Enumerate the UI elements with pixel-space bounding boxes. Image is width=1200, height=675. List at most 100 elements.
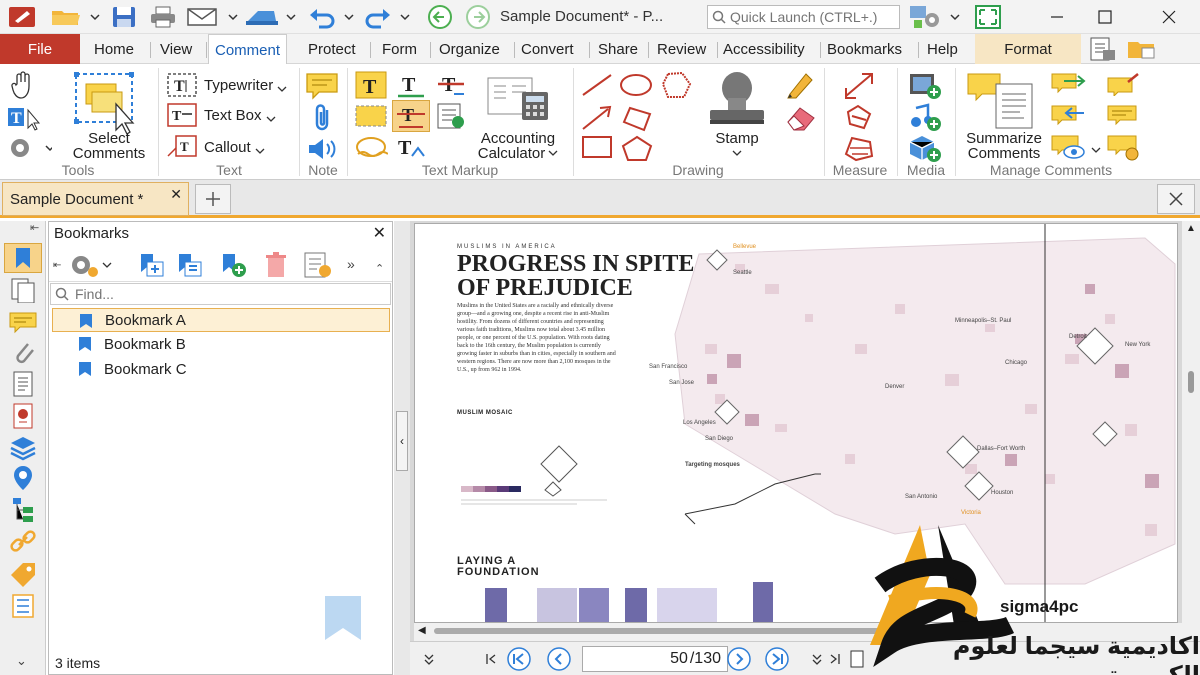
bookmark-item[interactable]: Bookmark C <box>52 357 390 381</box>
eraser-tool-icon[interactable] <box>784 104 818 135</box>
undo-icon[interactable] <box>304 4 340 30</box>
underline-text-icon[interactable]: T <box>394 70 428 103</box>
tab-organize[interactable]: Organize <box>433 34 506 64</box>
page-number-field[interactable]: 50 /130 <box>582 646 728 672</box>
next-page-button[interactable] <box>726 647 752 671</box>
polygon-tool-icon[interactable] <box>620 104 654 135</box>
panel-splitter[interactable]: ‹ <box>394 221 410 675</box>
select-text-icon[interactable]: T <box>6 104 42 135</box>
new-bookmark-plus-icon[interactable] <box>217 250 251 283</box>
collapse-toolbar-icon[interactable]: ⇤ <box>30 221 39 234</box>
open-dropdown-icon[interactable] <box>88 4 102 30</box>
video-add-icon[interactable] <box>908 70 942 103</box>
more-panels-chevron-icon[interactable]: ⌄ <box>16 653 27 669</box>
close-document-button[interactable] <box>1157 184 1195 214</box>
add-child-bookmark-icon[interactable] <box>173 250 205 283</box>
tab-protect[interactable]: Protect <box>302 34 362 64</box>
attachments-panel-icon[interactable] <box>4 337 42 367</box>
accounting-calculator-icon[interactable] <box>486 74 552 125</box>
ellipse-tool-icon[interactable] <box>618 72 654 101</box>
current-page[interactable]: 50 <box>670 650 688 668</box>
tab-view[interactable]: View <box>154 34 198 64</box>
text-box-button[interactable]: T Text Box <box>166 102 276 128</box>
content-panel-icon[interactable] <box>4 369 42 399</box>
tab-convert[interactable]: Convert <box>515 34 580 64</box>
new-tab-button[interactable] <box>195 184 231 214</box>
import-comments-icon[interactable] <box>1050 72 1086 99</box>
save-icon[interactable] <box>108 4 140 30</box>
arrow-tool-icon[interactable] <box>580 104 614 135</box>
tab-form[interactable]: Form <box>376 34 423 64</box>
scroll-up-icon[interactable]: ▲ <box>1186 223 1196 234</box>
tags-panel-icon[interactable] <box>4 559 42 589</box>
open-comments-icon[interactable] <box>1124 36 1160 62</box>
tab-bookmarks[interactable]: Bookmarks <box>821 34 908 64</box>
expand-left-icon[interactable]: ⇤ <box>53 260 61 271</box>
callout-button[interactable]: T Callout <box>166 134 265 160</box>
signatures-panel-icon[interactable] <box>4 401 42 431</box>
line-tool-icon[interactable] <box>580 72 614 101</box>
pentagon-tool-icon[interactable] <box>620 134 654 165</box>
sticky-note-icon[interactable] <box>305 72 339 103</box>
email-icon[interactable] <box>184 4 222 30</box>
settings-dropdown-icon[interactable] <box>948 4 962 30</box>
attach-file-icon[interactable] <box>310 102 336 135</box>
text-markup-list-icon[interactable] <box>436 102 466 133</box>
flatten-comments-icon[interactable] <box>1106 72 1142 99</box>
insert-text-icon[interactable]: T <box>394 134 428 163</box>
collapse-panel-chevron-icon[interactable]: ‹ <box>396 411 408 471</box>
bookmark-find-field[interactable] <box>50 283 391 305</box>
polygon-cloud-icon[interactable] <box>660 70 692 103</box>
select-comments-icon[interactable] <box>72 70 142 139</box>
vertical-scroll-thumb[interactable] <box>1188 371 1194 393</box>
delete-bookmark-icon[interactable] <box>261 250 291 283</box>
order-panel-icon[interactable] <box>4 591 42 621</box>
previous-page-button[interactable] <box>546 647 572 671</box>
settings-gear-icon[interactable] <box>906 4 946 30</box>
bookmark-options-gear-icon[interactable] <box>67 250 113 283</box>
tab-home[interactable]: Home <box>88 34 140 64</box>
bookmark-properties-icon[interactable] <box>301 250 335 283</box>
add-bookmark-icon[interactable] <box>135 250 167 283</box>
more-tools-chevron-icon[interactable]: » <box>347 256 355 272</box>
forward-icon[interactable] <box>462 4 494 30</box>
replace-text-icon[interactable]: T <box>392 100 430 132</box>
bookmarks-panel-icon[interactable] <box>4 243 42 273</box>
quick-launch[interactable] <box>707 5 900 29</box>
model-tree-panel-icon[interactable] <box>4 495 42 525</box>
maximize-button[interactable] <box>1082 0 1128 34</box>
tab-help[interactable]: Help <box>921 34 964 64</box>
bookmark-find-input[interactable] <box>75 286 375 302</box>
tool-settings-gear-icon[interactable] <box>8 136 55 163</box>
comment-list-icon[interactable] <box>1106 104 1142 131</box>
tab-accessibility[interactable]: Accessibility <box>717 34 811 64</box>
redo-icon[interactable] <box>360 4 396 30</box>
document-tab[interactable]: Sample Document * ✕ <box>2 182 189 216</box>
open-folder-icon[interactable] <box>48 4 84 30</box>
links-panel-icon[interactable] <box>4 527 42 557</box>
strikeout-text-icon[interactable]: T <box>434 70 468 103</box>
highlight-text-icon[interactable]: T <box>354 70 388 103</box>
hand-tool-icon[interactable] <box>8 70 38 103</box>
comments-panel-icon[interactable] <box>4 307 42 337</box>
scan-icon[interactable] <box>242 4 282 30</box>
accounting-calculator-label[interactable]: Accounting Calculator <box>466 131 570 161</box>
typewriter-button[interactable]: T Typewriter <box>166 72 287 98</box>
first-page-button[interactable] <box>506 647 532 671</box>
app-logo-icon[interactable] <box>4 4 40 30</box>
nav-options-chevron-icon[interactable] <box>416 647 442 671</box>
undo-dropdown-icon[interactable] <box>342 4 356 30</box>
scan-dropdown-icon[interactable] <box>284 4 298 30</box>
bookmark-item[interactable]: Bookmark A <box>52 308 390 332</box>
show-comments-icon[interactable] <box>1050 134 1104 165</box>
back-icon[interactable] <box>424 4 456 30</box>
file-tab[interactable]: File <box>0 34 80 64</box>
comment-styles-icon[interactable] <box>1106 134 1142 165</box>
last-page-button[interactable] <box>764 647 790 671</box>
email-dropdown-icon[interactable] <box>226 4 240 30</box>
layers-panel-icon[interactable] <box>4 433 42 463</box>
destinations-panel-icon[interactable] <box>4 463 42 493</box>
stamp-label[interactable]: Stamp <box>698 131 776 161</box>
bookmark-item[interactable]: Bookmark B <box>52 332 390 356</box>
collapse-up-icon[interactable]: ⌃ <box>375 262 384 275</box>
